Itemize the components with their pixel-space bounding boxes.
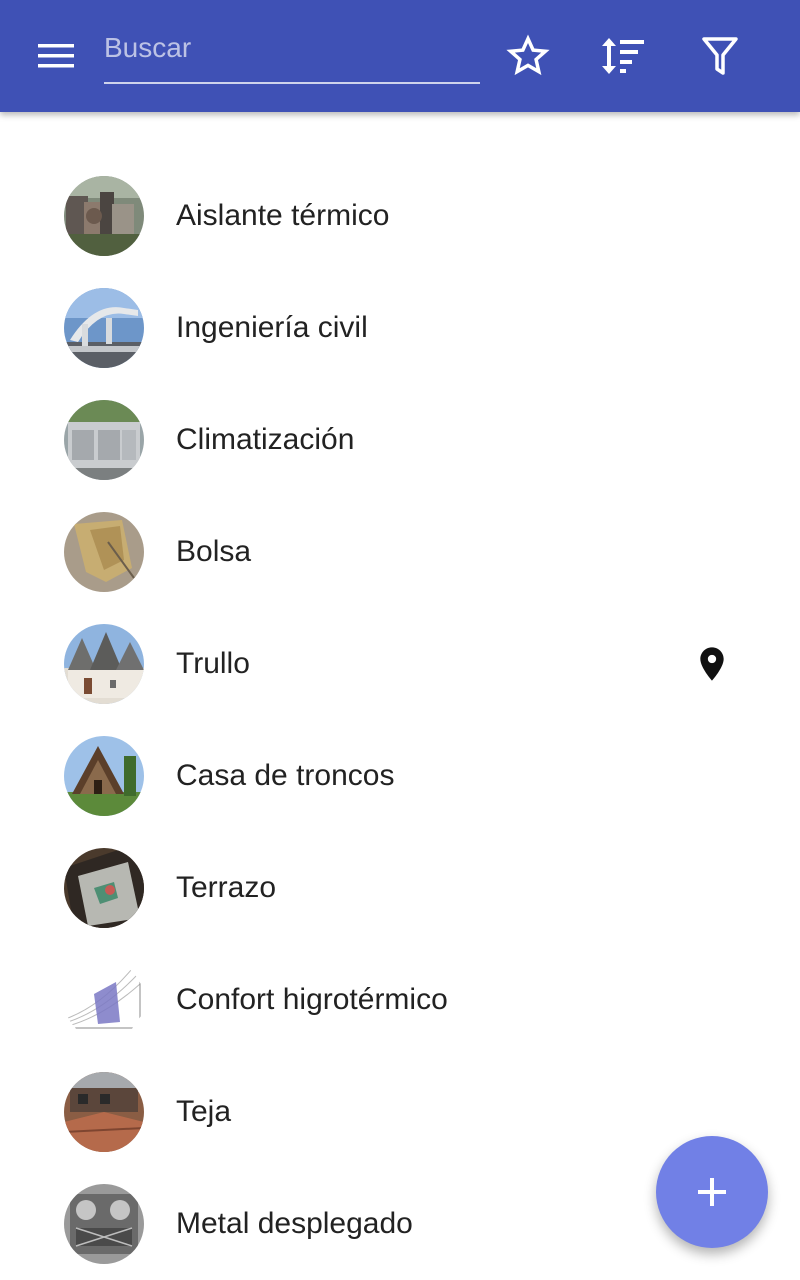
add-button[interactable] bbox=[656, 1136, 768, 1248]
item-thumbnail bbox=[64, 176, 144, 256]
item-label: Aislante térmico bbox=[176, 199, 390, 232]
search-field bbox=[104, 22, 480, 84]
sort-button[interactable] bbox=[591, 24, 655, 88]
plus-icon bbox=[698, 1178, 726, 1206]
item-thumbnail bbox=[64, 848, 144, 928]
list-item[interactable]: Bolsa bbox=[0, 496, 800, 608]
item-thumbnail bbox=[64, 736, 144, 816]
item-list: Aislante térmico Ingeniería civil Climat… bbox=[0, 160, 800, 1280]
item-thumbnail bbox=[64, 960, 144, 1040]
item-thumbnail bbox=[64, 512, 144, 592]
item-thumbnail bbox=[64, 288, 144, 368]
item-thumbnail bbox=[64, 1184, 144, 1264]
location-pin-icon bbox=[700, 647, 724, 681]
filter-icon bbox=[702, 37, 738, 75]
item-label: Teja bbox=[176, 1095, 232, 1128]
favorites-button[interactable] bbox=[496, 24, 560, 88]
star-outline-icon bbox=[506, 34, 550, 76]
list-item[interactable]: Trullo bbox=[0, 608, 800, 720]
item-label: Metal desplegado bbox=[176, 1207, 413, 1240]
filter-button[interactable] bbox=[688, 24, 752, 88]
item-thumbnail bbox=[64, 400, 144, 480]
sort-icon bbox=[602, 38, 644, 74]
item-thumbnail bbox=[64, 624, 144, 704]
item-label: Climatización bbox=[176, 423, 355, 456]
item-label: Bolsa bbox=[176, 535, 252, 568]
item-label: Confort higrotérmico bbox=[176, 983, 448, 1016]
item-label: Trullo bbox=[176, 647, 250, 680]
list-item[interactable]: Confort higrotérmico bbox=[0, 944, 800, 1056]
list-item[interactable]: Aislante térmico bbox=[0, 160, 800, 272]
item-label: Terrazo bbox=[176, 871, 277, 904]
list-item[interactable]: Ingeniería civil bbox=[0, 272, 800, 384]
list-item[interactable]: Terrazo bbox=[0, 832, 800, 944]
item-thumbnail bbox=[64, 1072, 144, 1152]
menu-button[interactable] bbox=[20, 20, 92, 92]
app-bar bbox=[0, 0, 800, 112]
list-item[interactable]: Climatización bbox=[0, 384, 800, 496]
menu-icon bbox=[38, 44, 74, 68]
item-label: Casa de troncos bbox=[176, 759, 395, 792]
item-label: Ingeniería civil bbox=[176, 311, 368, 344]
search-input[interactable] bbox=[104, 22, 480, 74]
list-item[interactable]: Casa de troncos bbox=[0, 720, 800, 832]
